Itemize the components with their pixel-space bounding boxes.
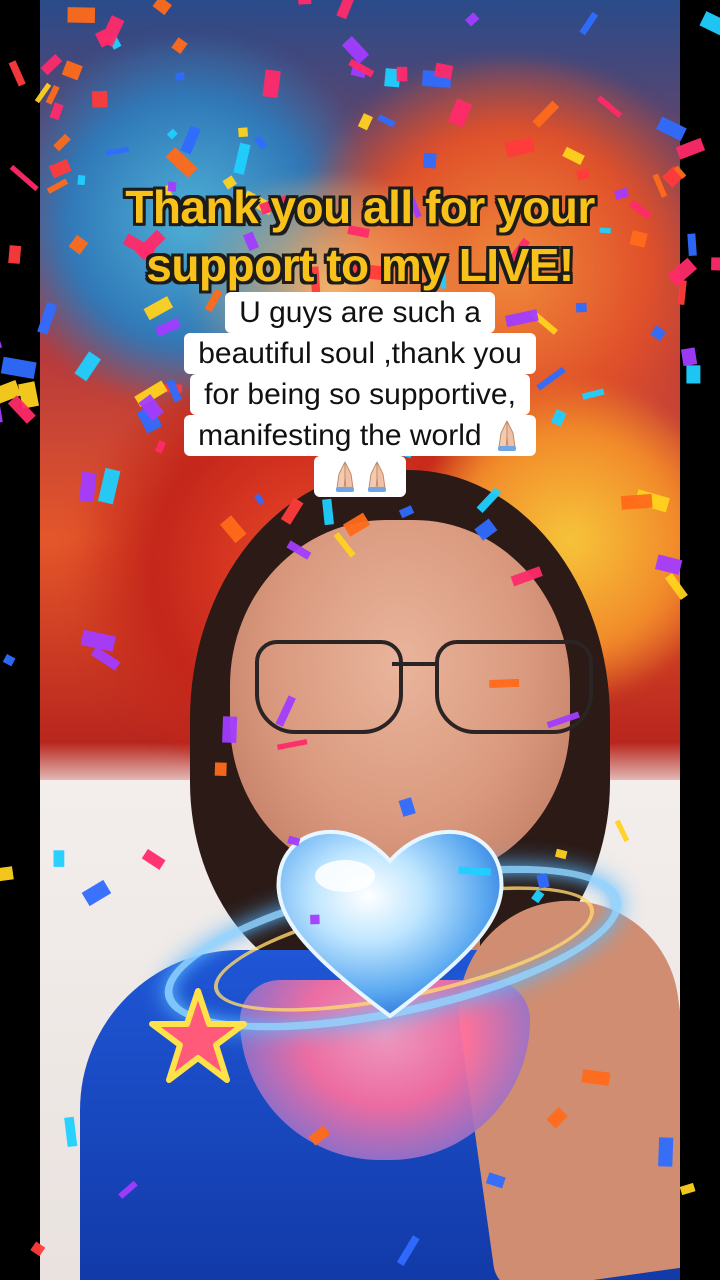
folded-hands-icon [336, 461, 354, 492]
glasses-lens-right [435, 640, 593, 734]
caption-bubble: U guys are such a beautiful soul ,thank … [140, 292, 580, 497]
headline-line: support to my LIVE! [146, 239, 574, 291]
headline-line: Thank you all for your [125, 181, 595, 233]
glass-heart-icon [270, 816, 510, 1026]
folded-hands-icon [497, 420, 516, 451]
headline-caption: Thank you all for your support to my LIV… [60, 178, 660, 294]
glasses-bridge [392, 662, 438, 666]
caption-line: U guys are such a [225, 292, 495, 333]
star-icon [148, 986, 248, 1086]
caption-line: beautiful soul ,thank you [184, 333, 536, 374]
caption-line-with-emoji: manifesting the world [184, 415, 536, 456]
caption-emoji-line [314, 456, 406, 497]
left-letterbox [0, 0, 40, 1280]
video-screen[interactable]: Thank you all for your support to my LIV… [0, 0, 720, 1280]
caption-line-text: manifesting the world [198, 419, 482, 452]
right-letterbox [680, 0, 720, 1280]
folded-hands-icon [368, 461, 386, 492]
glasses-lens-left [255, 640, 403, 734]
caption-line: for being so supportive, [190, 374, 530, 415]
